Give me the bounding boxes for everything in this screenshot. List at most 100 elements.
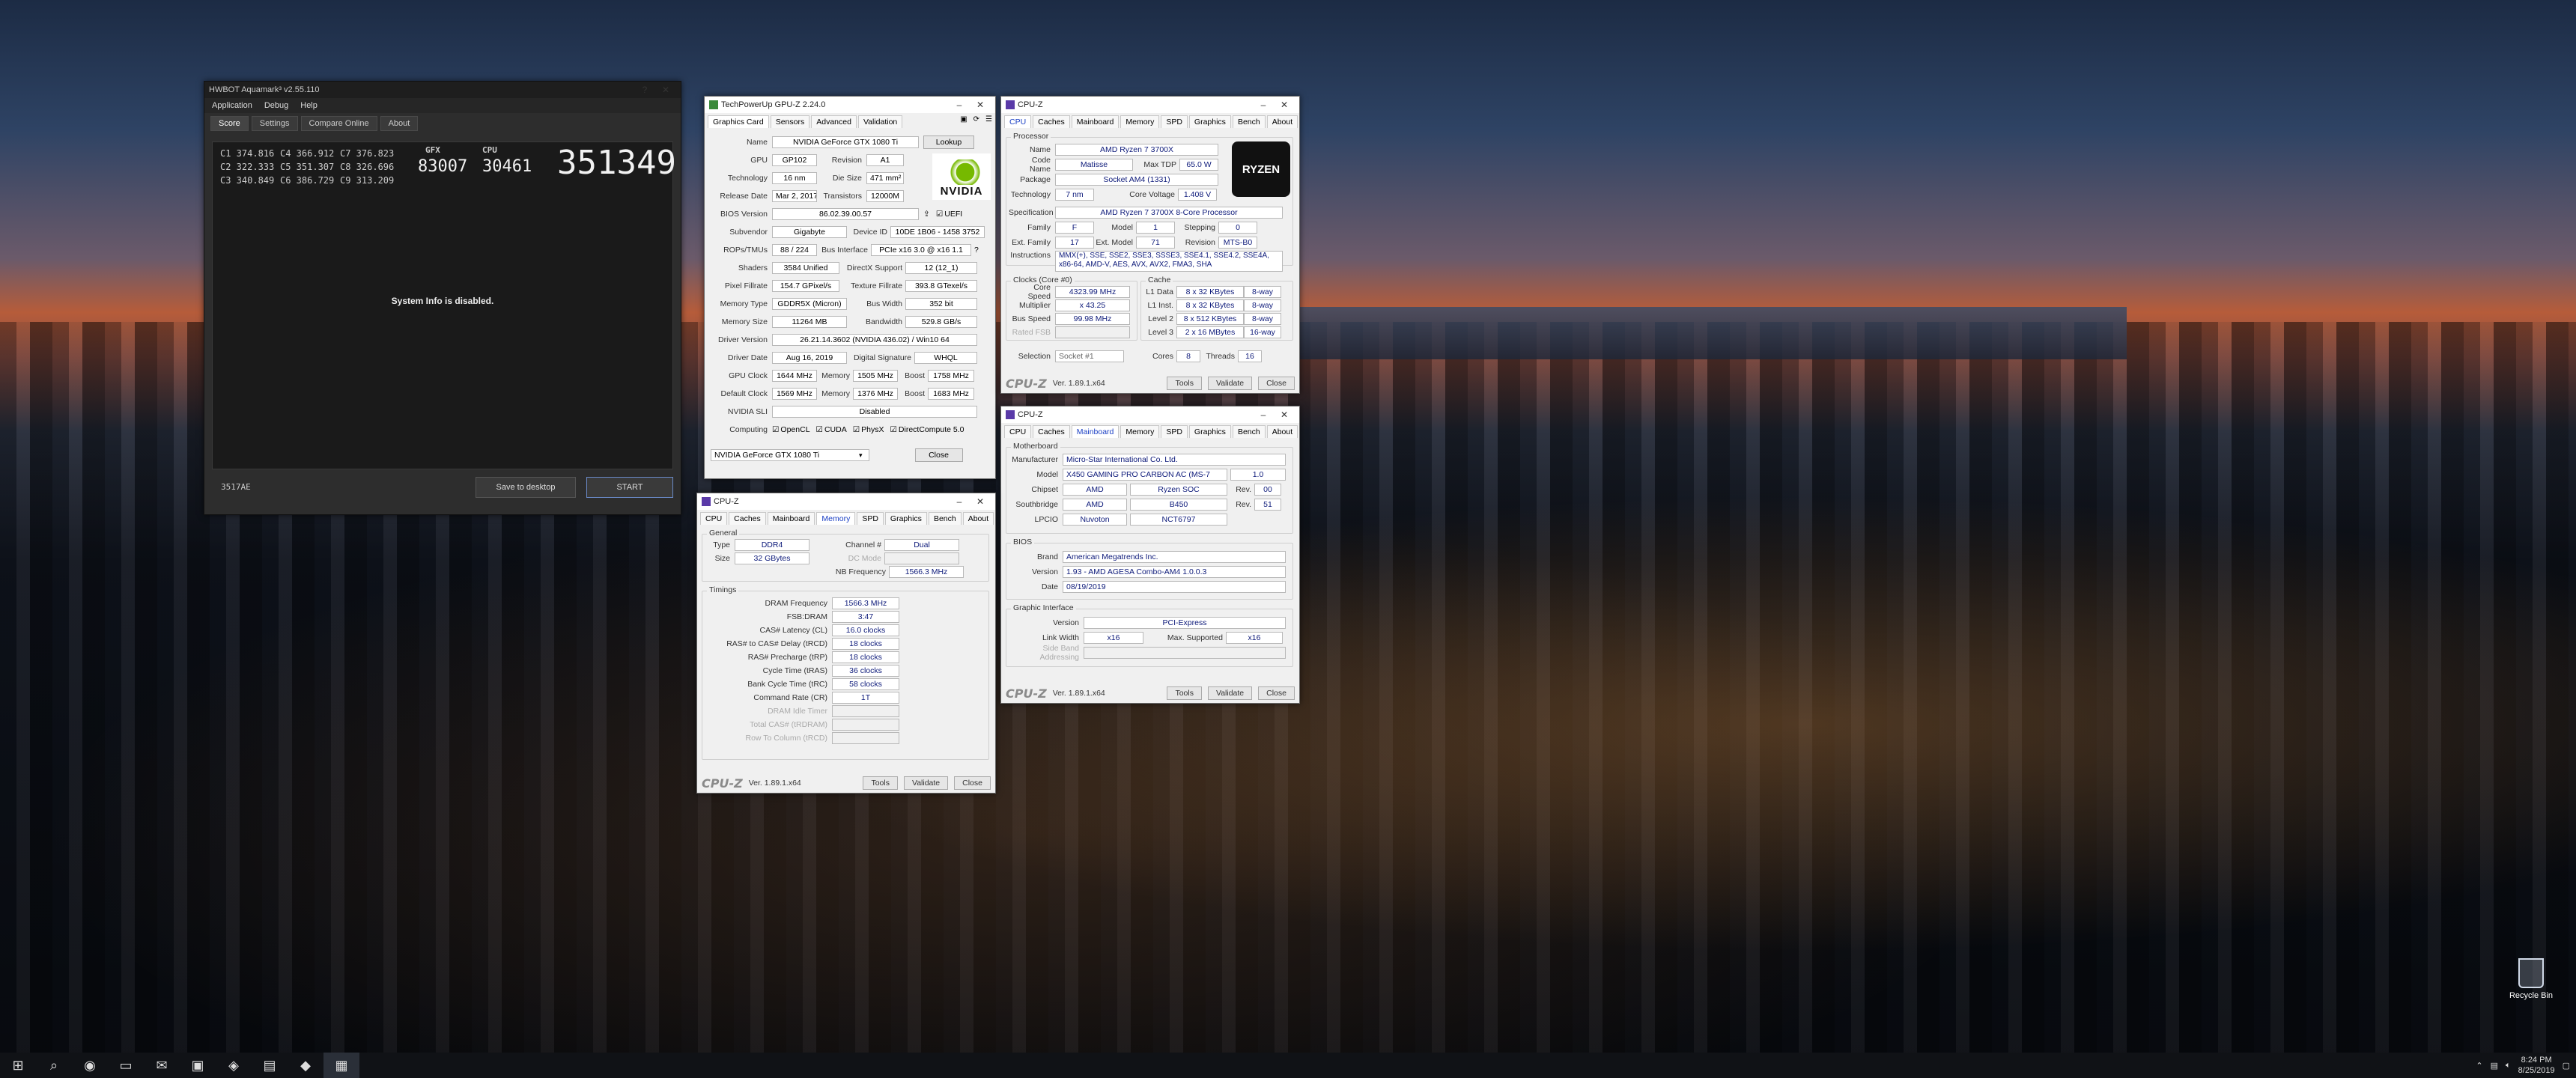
clock[interactable]: 8:24 PM 8/25/2019 — [2518, 1055, 2555, 1076]
mail-icon[interactable]: ✉ — [144, 1053, 180, 1078]
validate-button[interactable]: Validate — [1207, 686, 1253, 700]
bus-help-icon[interactable]: ? — [974, 246, 979, 255]
close-icon[interactable]: ✕ — [655, 85, 676, 95]
tab-mainboard[interactable]: Mainboard — [1071, 425, 1120, 438]
socket-select-dropdown[interactable]: Socket #1 — [1055, 350, 1124, 362]
close-icon[interactable]: ✕ — [970, 496, 991, 507]
help-icon[interactable]: ? — [634, 85, 655, 95]
share-icon[interactable]: ⇪ — [923, 210, 930, 219]
cuda-checkbox[interactable]: ☑ — [816, 425, 823, 434]
file-explorer-icon[interactable]: ▭ — [108, 1053, 144, 1078]
aquamark-taskbar-icon[interactable]: ▦ — [323, 1053, 359, 1078]
recycle-bin[interactable]: Recycle Bin — [2501, 958, 2561, 1000]
tab-cpu[interactable]: CPU — [700, 512, 728, 525]
minimize-icon[interactable]: – — [949, 100, 970, 110]
gpuz-taskbar-icon[interactable]: ▤ — [252, 1053, 288, 1078]
tab-caches[interactable]: Caches — [1033, 115, 1070, 128]
windows-start-icon[interactable]: ⊞ — [0, 1053, 36, 1078]
minimize-icon[interactable]: – — [1253, 100, 1274, 110]
minimize-icon[interactable]: – — [949, 496, 970, 507]
save-to-desktop-button[interactable]: Save to desktop — [476, 477, 576, 498]
menu-debug[interactable]: Debug — [264, 101, 288, 110]
tab-graphics[interactable]: Graphics — [1188, 115, 1231, 128]
chrome-icon[interactable]: ◉ — [72, 1053, 108, 1078]
cpuz-app-icon — [702, 497, 711, 506]
tab-mainboard[interactable]: Mainboard — [767, 512, 815, 525]
close-icon[interactable]: ✕ — [1274, 409, 1295, 420]
level2-assoc: 8-way — [1244, 313, 1281, 325]
close-icon[interactable]: ✕ — [970, 100, 991, 110]
tab-spd[interactable]: SPD — [1161, 115, 1188, 128]
tools-button[interactable]: Tools — [1167, 686, 1202, 700]
tab-graphics-card[interactable]: Graphics Card — [708, 115, 769, 128]
tools-button[interactable]: Tools — [863, 776, 898, 790]
l1-data-label: L1 Data — [1146, 287, 1173, 296]
refresh-icon[interactable]: ⟳ — [973, 115, 979, 128]
timing-value: 1T — [832, 692, 899, 704]
cpu-name-field: AMD Ryzen 7 3700X — [1055, 144, 1218, 156]
minimize-icon[interactable]: – — [1253, 409, 1274, 420]
directcompute-label: DirectCompute 5.0 — [898, 425, 965, 434]
tab-bench[interactable]: Bench — [1232, 425, 1266, 438]
rops-tmus-label: ROPs/TMUs — [723, 246, 768, 255]
tab-bench[interactable]: Bench — [928, 512, 962, 525]
tools-button[interactable]: Tools — [1167, 377, 1202, 390]
close-button[interactable]: Close — [954, 776, 991, 790]
tab-validation[interactable]: Validation — [857, 115, 903, 128]
chevron-up-icon[interactable]: ⌃ — [2476, 1061, 2482, 1071]
tab-settings[interactable]: Settings — [251, 116, 298, 131]
tab-about[interactable]: About — [962, 512, 994, 525]
validate-button[interactable]: Validate — [903, 776, 949, 790]
tab-graphics[interactable]: Graphics — [1188, 425, 1231, 438]
tab-about[interactable]: About — [380, 116, 419, 131]
tab-memory[interactable]: Memory — [816, 512, 856, 525]
network-icon[interactable]: ▤ — [2491, 1061, 2498, 1071]
tab-compare-online[interactable]: Compare Online — [300, 116, 377, 131]
tab-bench[interactable]: Bench — [1232, 115, 1266, 128]
tab-about[interactable]: About — [1266, 425, 1298, 438]
validate-button[interactable]: Validate — [1207, 377, 1253, 390]
clock-time: 8:24 PM — [2521, 1056, 2552, 1065]
physx-checkbox[interactable]: ☑ — [853, 425, 860, 434]
tab-spd[interactable]: SPD — [857, 512, 884, 525]
directcompute-checkbox[interactable]: ☑ — [890, 425, 897, 434]
tab-cpu[interactable]: CPU — [1004, 425, 1032, 438]
cpuz-taskbar-icon[interactable]: ◈ — [216, 1053, 252, 1078]
timings-group-label: Timings — [707, 585, 739, 594]
search-icon[interactable]: ⌕ — [36, 1053, 72, 1078]
close-button[interactable]: Close — [1258, 686, 1295, 700]
menu-icon[interactable]: ☰ — [985, 115, 992, 128]
lookup-button[interactable]: Lookup — [923, 135, 974, 149]
game-icon[interactable]: ◆ — [288, 1053, 323, 1078]
tab-sensors[interactable]: Sensors — [770, 115, 810, 128]
tab-score[interactable]: Score — [210, 116, 249, 131]
transistors-label: Transistors — [823, 192, 862, 201]
menu-application[interactable]: Application — [212, 101, 252, 110]
tab-graphics[interactable]: Graphics — [884, 512, 927, 525]
chevron-down-icon[interactable]: ▾ — [859, 451, 863, 460]
close-button[interactable]: Close — [1258, 377, 1295, 390]
tab-about[interactable]: About — [1266, 115, 1298, 128]
notifications-icon[interactable]: ▢ — [2563, 1061, 2570, 1071]
tab-cpu[interactable]: CPU — [1004, 115, 1032, 128]
close-button[interactable]: Close — [914, 448, 963, 462]
technology-label: Technology — [727, 174, 768, 183]
bus-width-field: 352 bit — [905, 298, 977, 310]
volume-icon[interactable]: 🔈︎ — [2506, 1061, 2511, 1071]
tab-advanced[interactable]: Advanced — [811, 115, 857, 128]
close-icon[interactable]: ✕ — [1274, 100, 1295, 110]
start-button[interactable]: START — [586, 477, 673, 498]
tab-spd[interactable]: SPD — [1161, 425, 1188, 438]
opencl-checkbox[interactable]: ☑ — [772, 425, 779, 434]
uefi-checkbox[interactable]: ☑ — [936, 210, 943, 219]
tab-caches[interactable]: Caches — [1033, 425, 1070, 438]
tab-memory[interactable]: Memory — [1120, 425, 1160, 438]
camera-icon[interactable]: ▣ — [960, 115, 967, 128]
gpu-select-dropdown[interactable]: NVIDIA GeForce GTX 1080 Ti — [711, 449, 869, 461]
tab-memory[interactable]: Memory — [1120, 115, 1160, 128]
tab-mainboard[interactable]: Mainboard — [1071, 115, 1120, 128]
tab-caches[interactable]: Caches — [729, 512, 766, 525]
score-c6: C6 386.729 — [280, 175, 335, 186]
app-icon[interactable]: ▣ — [180, 1053, 216, 1078]
menu-help[interactable]: Help — [300, 101, 318, 110]
